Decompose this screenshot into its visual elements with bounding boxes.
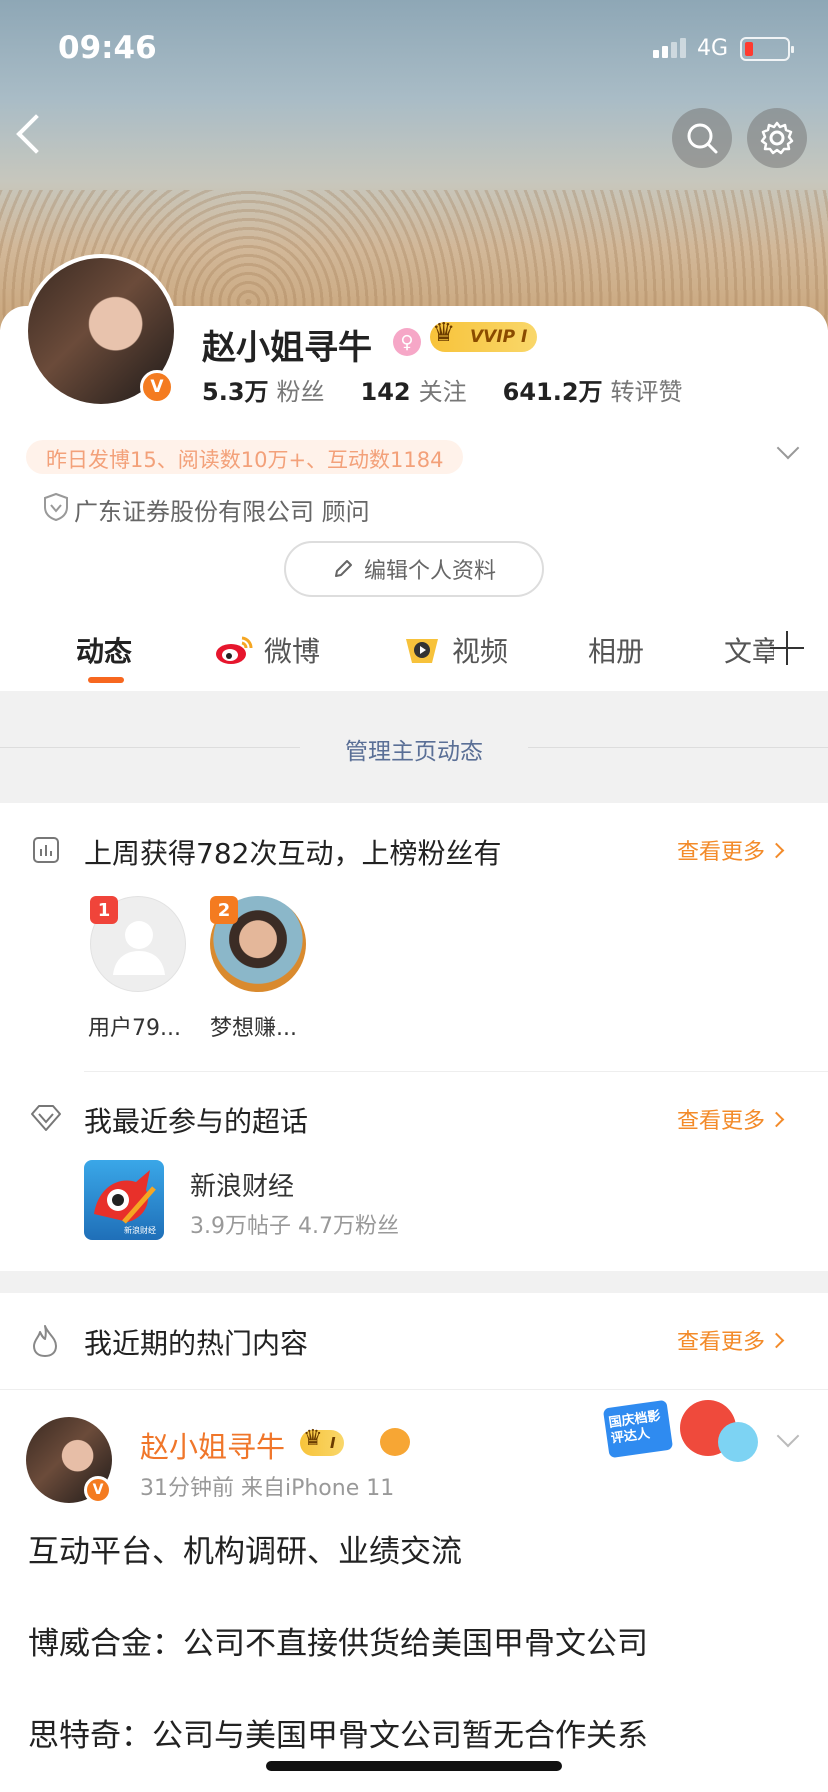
flame-icon: [33, 1325, 57, 1357]
profile-name: 赵小姐寻牛: [202, 328, 372, 368]
stat-followers[interactable]: 5.3万 粉丝: [202, 372, 325, 407]
tab-video[interactable]: 视频: [402, 630, 508, 670]
manage-homepage-link[interactable]: 管理主页动态: [0, 732, 828, 766]
daily-summary[interactable]: 昨日发博15、阅读数10万+、互动数1184: [26, 440, 464, 474]
search-icon: [687, 123, 718, 154]
edit-profile-button[interactable]: 编辑个人资料: [284, 541, 544, 597]
divider: [84, 1071, 828, 1072]
supertopic-stats: 3.9万帖子 4.7万粉丝: [190, 1214, 399, 1239]
supertopic-more-link[interactable]: 查看更多: [677, 1103, 785, 1135]
chevron-down-icon[interactable]: [776, 1424, 800, 1448]
crown-icon: ♛: [432, 318, 456, 348]
search-button[interactable]: [672, 108, 732, 168]
post-text-line: 互动平台、机构调研、业绩交流: [28, 1534, 462, 1570]
vip-label: VVIP: [470, 327, 516, 347]
gear-icon: [760, 121, 794, 155]
interaction-title: 上周获得782次互动，上榜粉丝有: [84, 837, 502, 870]
sina-finance-logo[interactable]: 新浪财经: [84, 1160, 164, 1240]
status-time: 09:46: [58, 30, 157, 66]
supertopic-name[interactable]: 新浪财经: [190, 1166, 294, 1203]
hot-more-link[interactable]: 查看更多: [677, 1324, 785, 1356]
fish-icon: [380, 1428, 410, 1456]
video-icon: [406, 639, 438, 663]
company-info: 广东证券股份有限公司 顾问: [74, 498, 370, 526]
tab-feed[interactable]: 动态: [76, 630, 132, 670]
rank-badge: 1: [90, 896, 118, 924]
tab-album[interactable]: 相册: [588, 630, 644, 670]
section-separator: [0, 1271, 828, 1293]
event-badge-image[interactable]: 国庆档影评达人: [600, 1396, 770, 1466]
plus-icon[interactable]: [770, 631, 804, 665]
post-meta: 31分钟前 来自iPhone 11: [140, 1476, 395, 1501]
pencil-icon: [334, 560, 352, 577]
tab-articles[interactable]: 文章: [724, 630, 774, 670]
chevron-right-icon: [768, 842, 785, 858]
divider: [0, 1389, 828, 1390]
event-badge-label: 国庆档影评达人: [602, 1399, 674, 1459]
verified-badge: V: [84, 1476, 112, 1504]
diamond-icon: [31, 1105, 61, 1131]
mascot-icon: [718, 1422, 758, 1462]
stat-following[interactable]: 142 关注: [361, 372, 467, 407]
female-icon: ♀: [393, 328, 421, 356]
profile-stats: 5.3万 粉丝 142 关注 641.2万 转评赞: [202, 372, 683, 407]
vip-level: I: [521, 327, 528, 347]
active-tab-indicator: [88, 677, 124, 683]
shield-icon: [44, 492, 68, 522]
fan-name[interactable]: 梦想赚...: [210, 1010, 297, 1042]
tab-weibo[interactable]: 微博: [214, 630, 320, 670]
hot-title: 我近期的热门内容: [84, 1327, 309, 1360]
stat-likes[interactable]: 641.2万 转评赞: [503, 372, 683, 407]
weibo-icon: [216, 636, 253, 664]
edit-profile-label: 编辑个人资料: [363, 559, 496, 584]
rank-badge: 2: [210, 896, 238, 924]
settings-button[interactable]: [747, 108, 807, 168]
fan-name[interactable]: 用户79...: [88, 1010, 181, 1042]
verified-badge: V: [140, 370, 174, 404]
post-text-line: 博威合金：公司不直接供货给美国甲骨文公司: [28, 1626, 648, 1662]
chevron-right-icon: [768, 1111, 785, 1127]
home-indicator[interactable]: [266, 1761, 562, 1771]
chart-icon: [33, 837, 59, 863]
supertopic-title: 我最近参与的超话: [84, 1105, 309, 1138]
chevron-right-icon: [768, 1332, 785, 1348]
post-text-line: 思特奇：公司与美国甲骨文公司暂无合作关系: [28, 1718, 648, 1754]
signal-icon: [653, 38, 686, 58]
crown-icon: ♛: [303, 1426, 323, 1451]
post-author-name[interactable]: 赵小姐寻牛: [140, 1424, 285, 1466]
battery-icon: [740, 37, 794, 61]
sina-finance-logo-text: 新浪财经: [124, 1226, 156, 1235]
interaction-more-link[interactable]: 查看更多: [677, 834, 785, 866]
profile-tabs: 动态 微博 视频 相册 文章: [0, 620, 828, 690]
network-type: 4G: [697, 36, 729, 61]
